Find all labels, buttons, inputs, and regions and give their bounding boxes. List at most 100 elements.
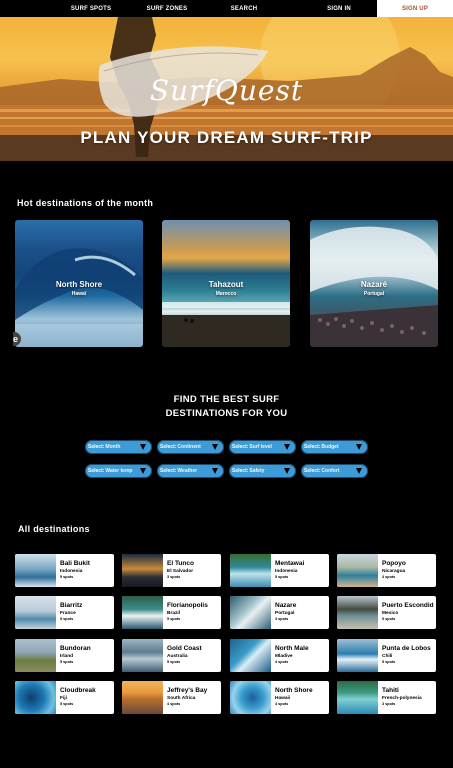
destination-card[interactable]: Cloudbreak Fiji 5 spots	[15, 681, 114, 714]
dropdown-arrow-icon	[284, 468, 290, 474]
select-safety[interactable]: Select: Safety	[229, 464, 296, 478]
dropdown-arrow-icon	[140, 468, 146, 474]
select-value: Month	[105, 444, 121, 450]
destination-spots: 4 spots	[167, 702, 181, 706]
dropdown-arrow-icon	[356, 444, 362, 450]
hot-card-country: Marocco	[215, 291, 237, 297]
select-prefix: Select:	[232, 468, 249, 474]
brand-logo: SurfQuest	[149, 74, 304, 107]
hero-banner: SurfQuest PLAN YOUR DREAM SURF-TRIP	[0, 17, 453, 161]
destination-thumbnail	[15, 596, 56, 629]
destination-card[interactable]: Bundoran Irland 5 spots	[15, 639, 114, 672]
destination-card[interactable]: North Shore Hawaii 4 spots	[230, 681, 329, 714]
destination-country: Portugal	[275, 611, 295, 616]
finder-title: FIND THE BEST SURF DESTINATIONS FOR YOU	[0, 393, 453, 421]
select-value: Surf level	[249, 444, 272, 450]
destination-country: Australia	[167, 654, 188, 659]
select-value: Continent	[177, 444, 201, 450]
destination-country: Fiji	[60, 696, 67, 701]
destination-card[interactable]: Gold Coast Australia 5 spots	[122, 639, 221, 672]
destination-card[interactable]: Punta de Lobos Chili 5 spots	[337, 639, 436, 672]
destination-thumbnail	[122, 639, 163, 672]
destination-spots: 3 spots	[382, 575, 396, 579]
select-prefix: Select:	[160, 444, 177, 450]
destination-name: Puerto Escondid	[382, 602, 434, 609]
destination-card[interactable]: El Tunco El Salvador 3 spots	[122, 554, 221, 587]
hot-card-country: Portugal	[363, 291, 385, 297]
dropdown-arrow-icon	[356, 468, 362, 474]
select-value: Safety	[249, 468, 265, 474]
select-month[interactable]: Select: Month	[85, 440, 152, 454]
select-weather[interactable]: Select: Weather	[157, 464, 224, 478]
dropdown-arrow-icon	[212, 444, 218, 450]
destination-card[interactable]: Bali Bukit Indonesia 5 spots	[15, 554, 114, 587]
select-prefix: Select:	[304, 444, 321, 450]
destination-spots: 5 spots	[167, 660, 181, 664]
destination-thumbnail	[230, 681, 271, 714]
select-value: Budget	[321, 444, 339, 450]
destination-country: Mexico	[382, 611, 399, 616]
destination-thumbnail	[230, 554, 271, 587]
destination-country: Irland	[60, 654, 74, 659]
destination-thumbnail	[15, 639, 56, 672]
select-prefix: Select:	[88, 468, 105, 474]
destination-name: Mentawai	[275, 560, 305, 567]
destination-card[interactable]: Nazare Portugal 3 spots	[230, 596, 329, 629]
hot-card-north-shore[interactable]: North Shore Hawaï	[15, 220, 143, 347]
destination-thumbnail	[230, 596, 271, 629]
nav-surf-spots[interactable]: SURF SPOTS	[58, 0, 124, 17]
nav-sign-up-button[interactable]: SIGN UP	[377, 0, 453, 17]
destination-card[interactable]: Mentawai Indonesia 5 spots	[230, 554, 329, 587]
select-prefix: Select:	[304, 468, 321, 474]
destination-card[interactable]: Jeffrey's Bay South Africa 4 spots	[122, 681, 221, 714]
all-destinations-title: All destinations	[18, 524, 90, 534]
destination-country: Brazil	[167, 611, 181, 616]
destination-card[interactable]: Tahiti French-polynesia 3 spots	[337, 681, 436, 714]
destination-spots: 5 spots	[60, 617, 74, 621]
destination-name: Florianopolis	[167, 602, 208, 609]
destination-country: Nicaragua	[382, 569, 406, 574]
destination-country: Indonesia	[275, 569, 298, 574]
destination-name: Jeffrey's Bay	[167, 687, 208, 694]
select-continent[interactable]: Select: Continent	[157, 440, 224, 454]
destination-name: Bali Bukit	[60, 560, 90, 567]
destination-name: Tahiti	[382, 687, 399, 694]
select-confort[interactable]: Select: Confort	[301, 464, 368, 478]
destination-name: Popoyo	[382, 560, 406, 567]
dropdown-arrow-icon	[140, 444, 146, 450]
destination-card[interactable]: Florianopolis Brazil 5 spots	[122, 596, 221, 629]
destination-spots: 3 spots	[382, 702, 396, 706]
nav-search[interactable]: SEARCH	[218, 0, 270, 17]
destination-thumbnail	[122, 681, 163, 714]
select-budget[interactable]: Select: Budget	[301, 440, 368, 454]
hot-card-nazare[interactable]: Nazaré Portugal	[310, 220, 438, 347]
destination-name: El Tunco	[167, 560, 194, 567]
nav-sign-in[interactable]: SIGN IN	[313, 0, 365, 17]
destination-name: Cloudbreak	[60, 687, 96, 694]
destination-name: Biarritz	[60, 602, 83, 609]
destination-spots: 3 spots	[167, 575, 181, 579]
hot-card-country: Hawaï	[71, 291, 87, 297]
destination-card[interactable]: North Male Mladive 4 spots	[230, 639, 329, 672]
destination-spots: 5 spots	[382, 660, 396, 664]
destination-thumbnail	[230, 639, 271, 672]
select-water-temp[interactable]: Select: Water temp	[85, 464, 152, 478]
destination-card[interactable]: Biarritz France 5 spots	[15, 596, 114, 629]
destination-spots: 5 spots	[60, 575, 74, 579]
destination-thumbnail	[15, 681, 56, 714]
destination-country: Chili	[382, 654, 393, 659]
hot-card-name: Tahazout	[208, 280, 244, 289]
destination-spots: 4 spots	[275, 702, 289, 706]
destination-name: North Male	[275, 645, 309, 652]
select-value: Water temp	[105, 468, 133, 474]
destination-card[interactable]: Popoyo Nicaragua 3 spots	[337, 554, 436, 587]
select-prefix: Select:	[88, 444, 105, 450]
destination-card[interactable]: Puerto Escondid Mexico 5 spots	[337, 596, 436, 629]
select-value: Weather	[177, 468, 198, 474]
destination-thumbnail	[337, 554, 378, 587]
hot-card-tahazout[interactable]: Tahazout Marocco	[162, 220, 290, 347]
top-nav: SURF SPOTS SURF ZONES SEARCH SIGN IN SIG…	[0, 0, 453, 17]
destination-spots: 5 spots	[167, 617, 181, 621]
nav-surf-zones[interactable]: SURF ZONES	[137, 0, 197, 17]
select-surf-level[interactable]: Select: Surf level	[229, 440, 296, 454]
